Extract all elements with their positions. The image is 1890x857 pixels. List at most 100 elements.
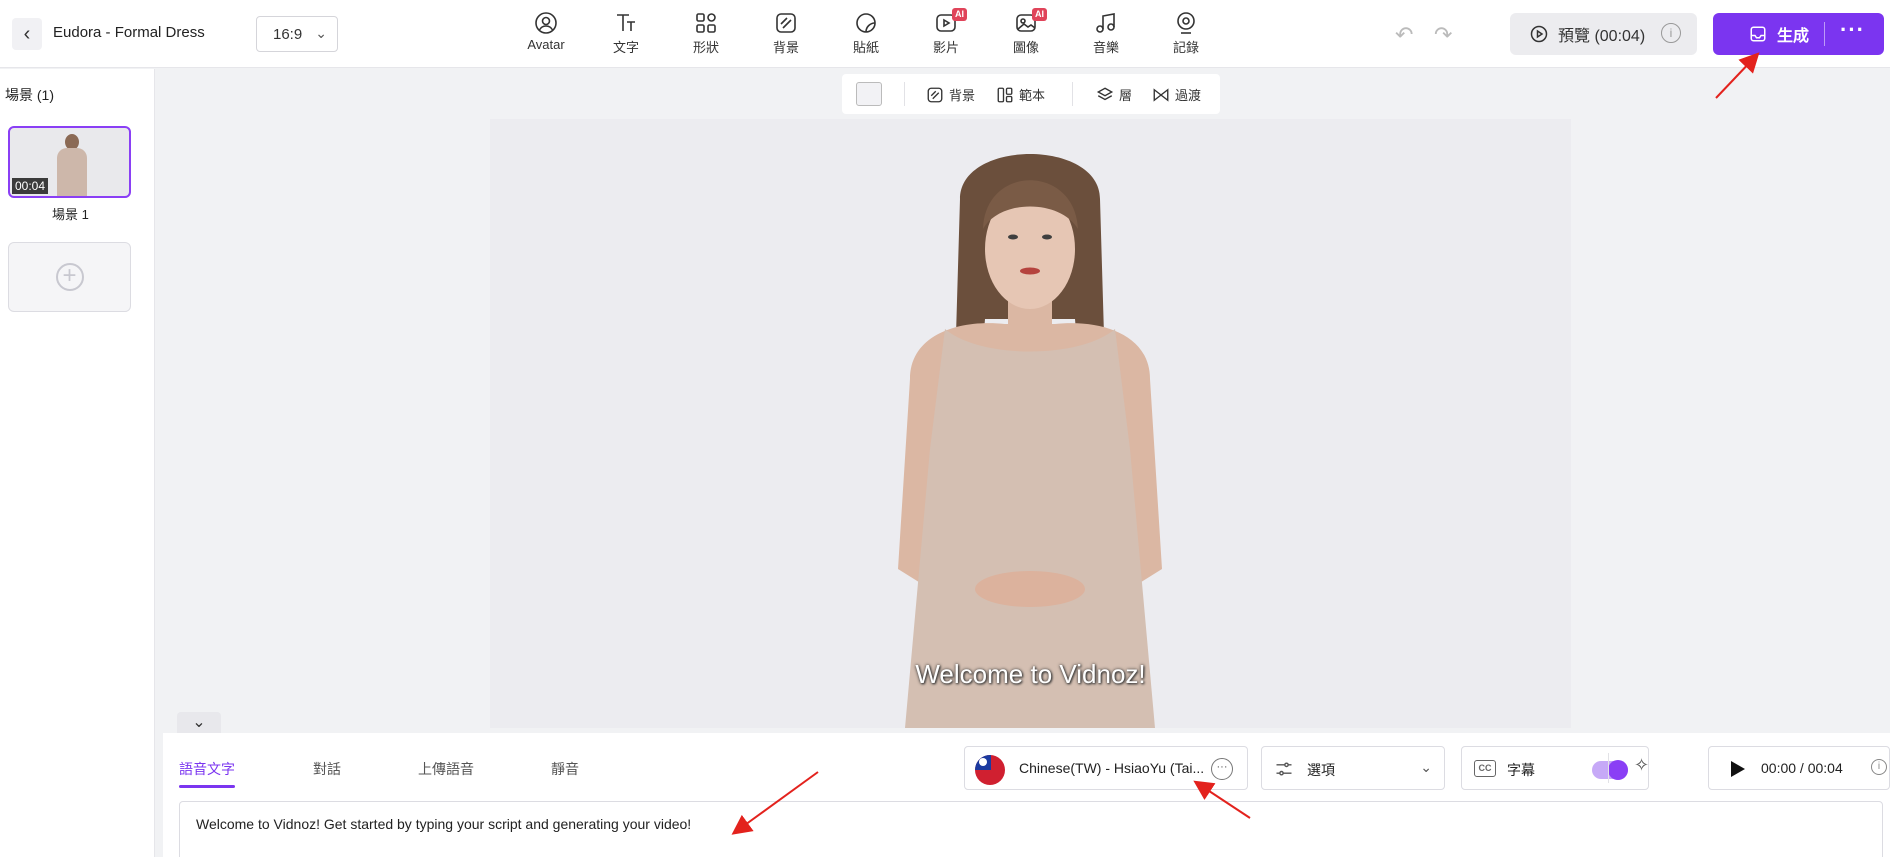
music-icon xyxy=(1096,13,1115,33)
thumbnail-avatar-body xyxy=(57,148,87,196)
playback-time: 00:00 / 00:04 xyxy=(1761,760,1843,776)
playback-control: 00:00 / 00:04 i xyxy=(1708,746,1890,790)
magic-pin-icon[interactable]: ✧ xyxy=(1634,755,1649,776)
background-icon xyxy=(927,87,943,102)
chevron-left-icon: ‹ xyxy=(23,22,31,45)
voice-selector[interactable]: Chinese(TW) - HsiaoYu (Tai... ··· xyxy=(964,746,1248,790)
canvas-background-button[interactable]: 背景 xyxy=(926,85,975,104)
tool-avatar[interactable]: Avatar xyxy=(516,10,576,58)
tool-label: 記錄 xyxy=(1172,40,1199,55)
aspect-ratio-value: 16:9 xyxy=(273,25,303,43)
info-icon[interactable]: i xyxy=(1871,759,1887,775)
chevron-down-icon: ⌄ xyxy=(1420,759,1432,775)
preview-label: 預覽 (00:04) xyxy=(1558,28,1646,45)
layer-label: 層 xyxy=(1119,88,1133,103)
divider xyxy=(1824,22,1825,46)
layer-button[interactable]: 層 xyxy=(1096,85,1132,104)
template-icon xyxy=(997,87,1013,102)
scene-thumbnail[interactable]: 00:04 xyxy=(8,126,131,198)
tab-text-to-speech[interactable]: 語音文字 xyxy=(179,759,235,779)
tool-background[interactable]: 背景 xyxy=(756,10,816,58)
tool-label: Avatar xyxy=(527,37,565,52)
canvas-background-label: 背景 xyxy=(949,88,976,103)
preview-button[interactable]: 預覽 (00:04) i xyxy=(1510,13,1697,55)
shapes-icon xyxy=(696,13,716,33)
options-label: 選項 xyxy=(1307,762,1335,778)
play-icon[interactable] xyxy=(1731,761,1745,777)
tool-music[interactable]: 音樂 xyxy=(1076,10,1136,58)
scene-label: 場景 1 xyxy=(52,207,89,222)
transition-label: 過渡 xyxy=(1175,88,1202,103)
script-textarea[interactable]: Welcome to Vidnoz! Get started by typing… xyxy=(179,801,1883,857)
divider xyxy=(904,82,905,106)
captions-label: 字幕 xyxy=(1507,762,1535,778)
captions-toggle[interactable] xyxy=(1592,760,1628,780)
sliders-icon xyxy=(1276,762,1292,776)
tool-label: 圖像 xyxy=(1012,40,1039,55)
plus-icon: + xyxy=(55,263,84,291)
sticker-icon xyxy=(856,13,876,33)
tool-record[interactable]: 記錄 xyxy=(1156,10,1216,58)
layers-icon xyxy=(1096,86,1114,100)
script-text: Welcome to Vidnoz! Get started by typing… xyxy=(196,816,692,832)
tool-shapes[interactable]: 形狀 xyxy=(676,10,736,58)
tool-label: 背景 xyxy=(772,40,799,55)
tool-image[interactable]: AI 圖像 xyxy=(996,8,1056,58)
script-panel: 語音文字 對話 上傳語音 靜音 Chinese(TW) - HsiaoYu (T… xyxy=(163,733,1890,857)
chevron-down-icon: ⌄ xyxy=(192,714,206,731)
toggle-knob xyxy=(1608,760,1628,780)
scene-duration: 00:04 xyxy=(12,178,49,194)
back-button[interactable]: ‹ xyxy=(12,18,42,50)
scenes-title: 場景 (1) xyxy=(5,87,54,103)
tool-label: 音樂 xyxy=(1092,40,1119,55)
tool-video[interactable]: AI 影片 xyxy=(916,8,976,58)
color-swatch[interactable] xyxy=(856,82,882,106)
redo-icon[interactable]: ↷ xyxy=(1434,22,1452,48)
more-icon[interactable]: ··· xyxy=(1840,17,1865,43)
tab-dialogue[interactable]: 對話 xyxy=(313,759,341,779)
options-dropdown[interactable]: 選項 ⌄ xyxy=(1261,746,1445,790)
voice-name: Chinese(TW) - HsiaoYu (Tai... xyxy=(1019,760,1205,776)
divider xyxy=(1072,82,1073,106)
ai-badge: AI xyxy=(952,8,967,21)
canvas-toolbar: 背景 範本 層 過渡 xyxy=(842,74,1220,114)
record-icon xyxy=(1177,12,1195,34)
taiwan-flag-icon xyxy=(975,755,1005,785)
tool-label: 形狀 xyxy=(692,40,719,55)
template-button[interactable]: 範本 xyxy=(996,85,1045,104)
subtitle-text[interactable]: Welcome to Vidnoz! xyxy=(490,659,1571,690)
tool-sticker[interactable]: 貼紙 xyxy=(836,10,896,58)
tool-text[interactable]: 文字 xyxy=(596,10,656,58)
export-icon xyxy=(1750,26,1766,42)
add-scene-button[interactable]: + xyxy=(8,242,131,312)
project-title[interactable]: Eudora - Formal Dress xyxy=(53,24,205,41)
captions-control: CC 字幕 xyxy=(1461,746,1649,790)
more-icon[interactable]: ··· xyxy=(1211,758,1233,780)
closed-captions-icon: CC xyxy=(1474,760,1496,777)
avatar-figure[interactable] xyxy=(490,119,1571,728)
text-icon xyxy=(617,14,635,31)
transition-icon xyxy=(1153,87,1169,102)
tool-label: 文字 xyxy=(612,40,639,55)
active-tab-indicator xyxy=(179,785,235,788)
generate-button[interactable]: 生成 ··· xyxy=(1713,13,1884,55)
play-circle-icon xyxy=(1530,25,1548,43)
tool-label: 影片 xyxy=(932,40,959,55)
tool-label: 貼紙 xyxy=(852,40,879,55)
tab-mute[interactable]: 靜音 xyxy=(551,759,579,779)
transition-button[interactable]: 過渡 xyxy=(1152,85,1201,104)
undo-icon[interactable]: ↶ xyxy=(1395,22,1413,48)
template-label: 範本 xyxy=(1019,88,1046,103)
tab-upload-audio[interactable]: 上傳語音 xyxy=(418,759,474,779)
divider xyxy=(1608,753,1609,783)
background-icon xyxy=(776,13,796,33)
top-toolbar: ‹ Eudora - Formal Dress 16:9 ⌄ Avatar 文字… xyxy=(0,0,1890,68)
generate-label: 生成 xyxy=(1777,28,1810,45)
aspect-ratio-select[interactable]: 16:9 ⌄ xyxy=(256,16,338,52)
chevron-down-icon: ⌄ xyxy=(315,25,327,41)
avatar-icon xyxy=(535,12,557,34)
info-icon[interactable]: i xyxy=(1661,23,1681,43)
scenes-panel: 場景 (1) 00:04 場景 1 + xyxy=(0,69,155,857)
video-stage[interactable]: Welcome to Vidnoz! xyxy=(490,119,1571,728)
collapse-panel-button[interactable]: ⌄ xyxy=(177,712,221,734)
